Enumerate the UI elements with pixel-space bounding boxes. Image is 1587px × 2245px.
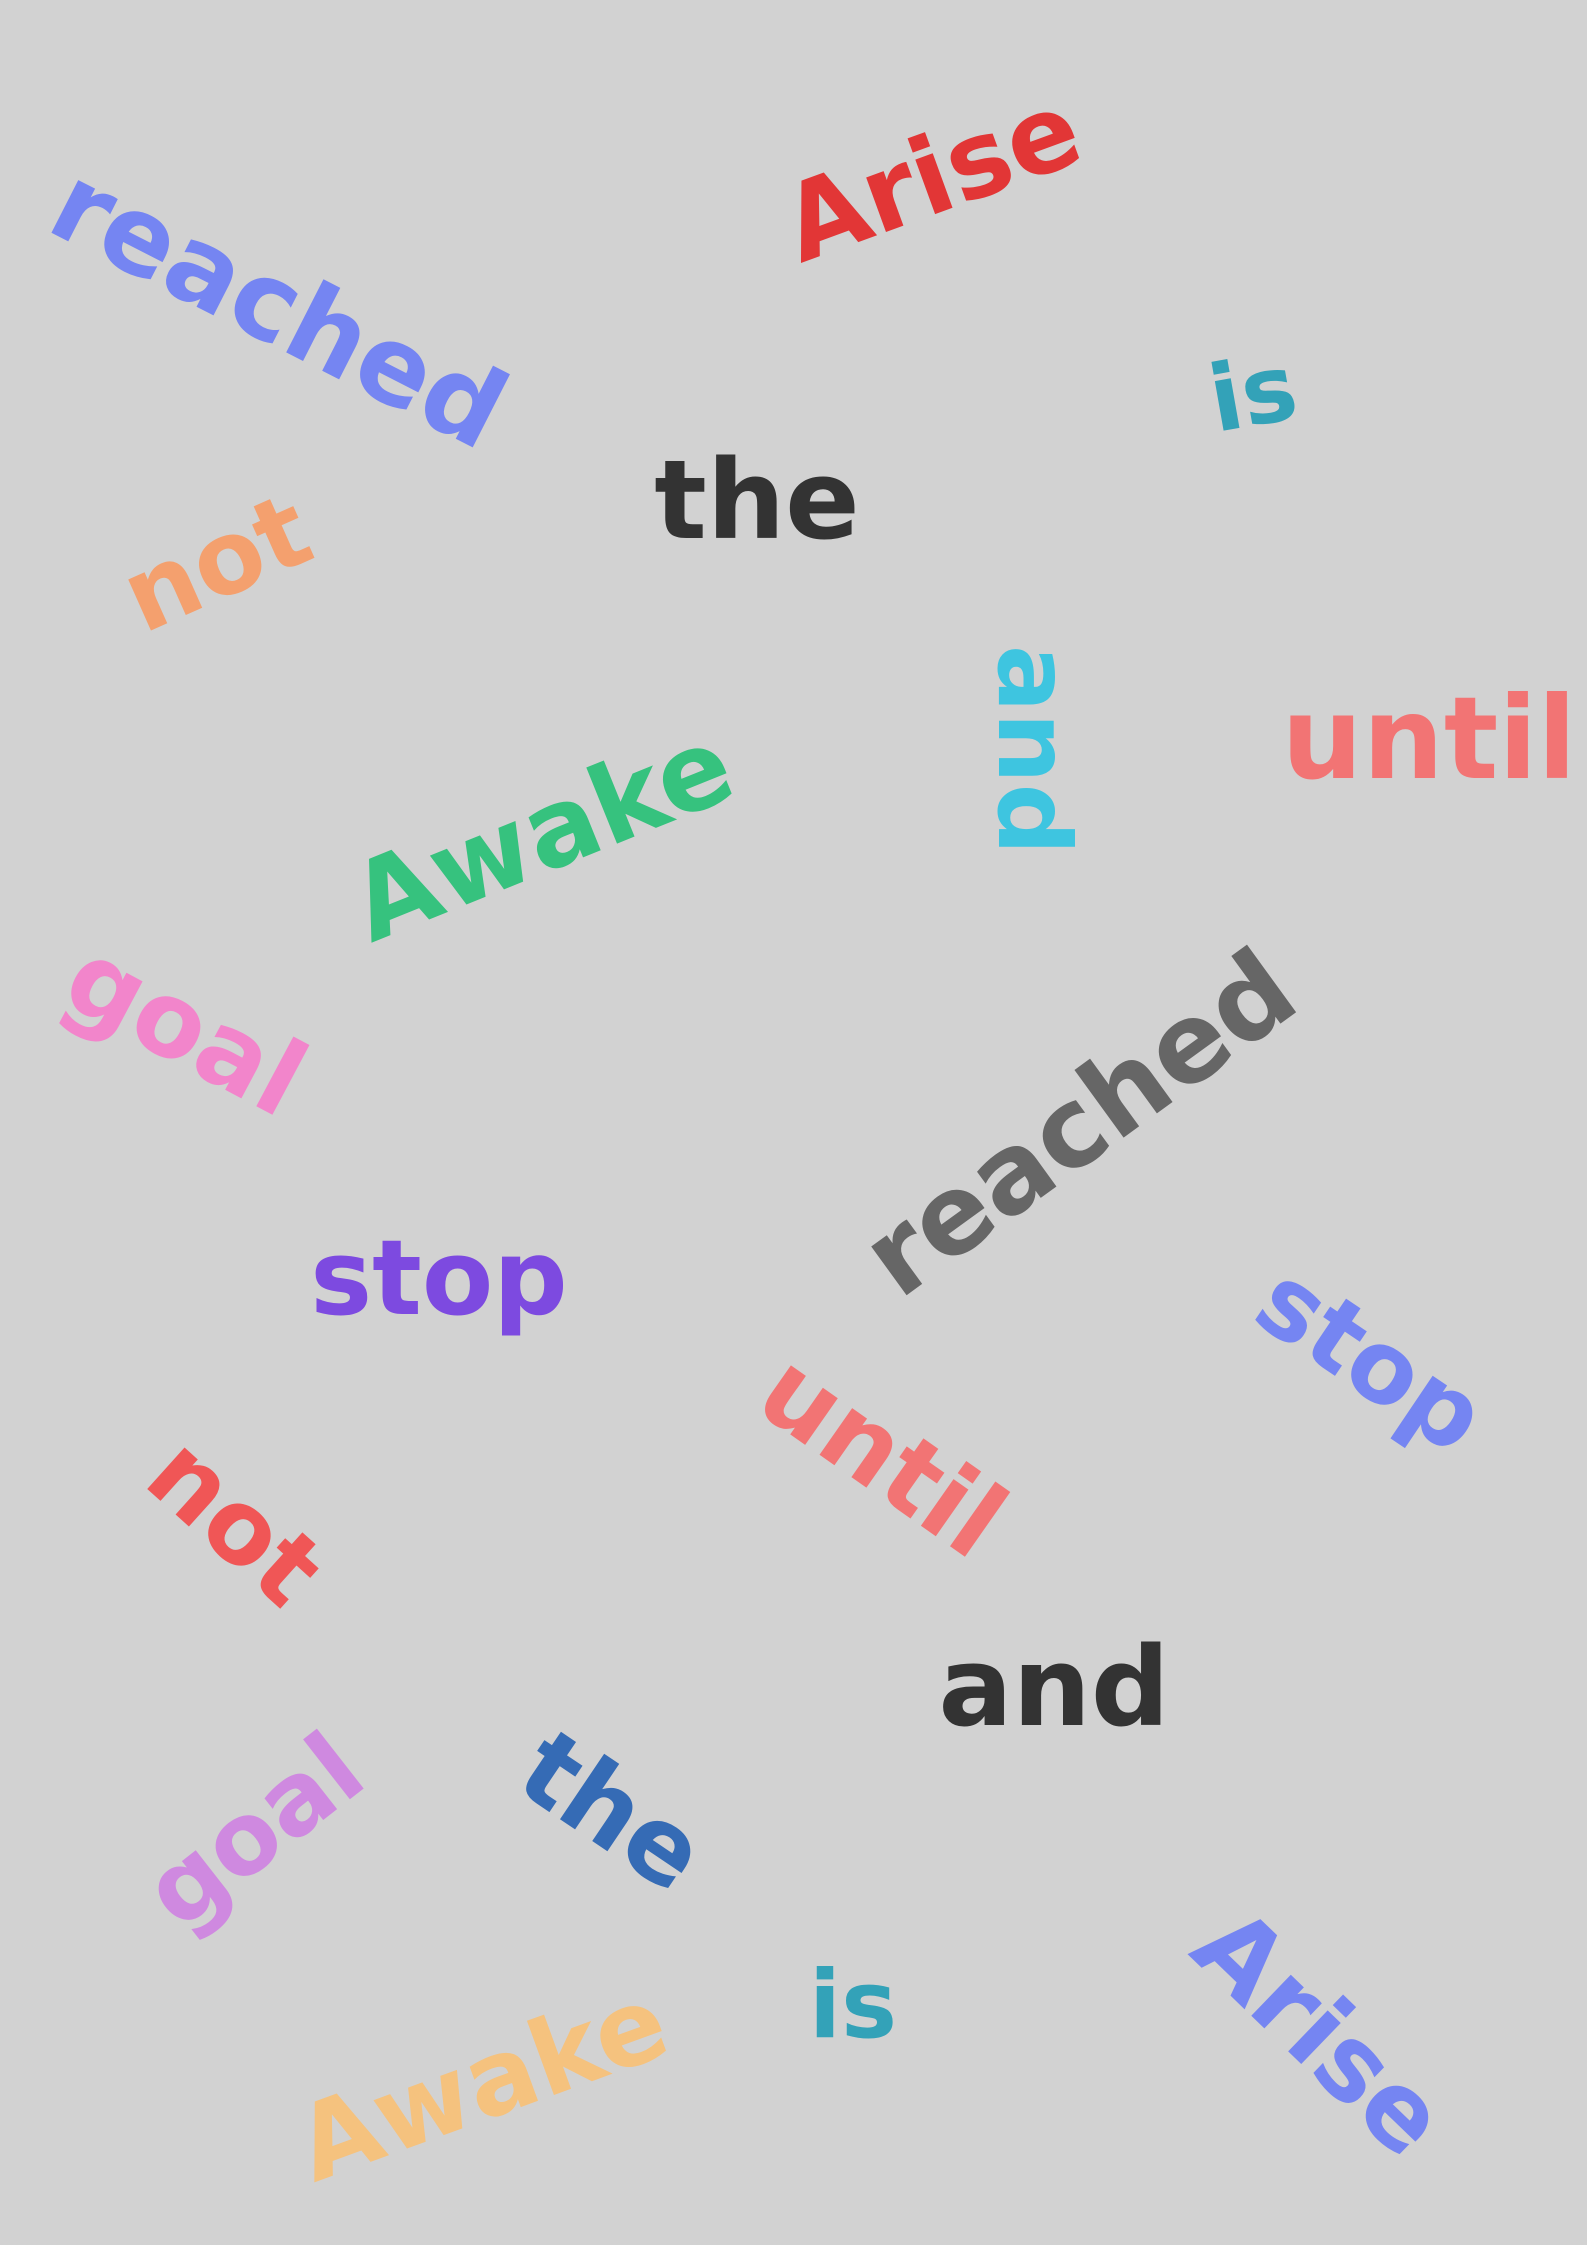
word-awake-2: Awake (280, 1960, 684, 2206)
word-until-1: until (1281, 672, 1577, 805)
word-and-1: and (974, 644, 1092, 856)
word-awake-1: Awake (333, 701, 750, 968)
word-cloud-canvas: reached Arise is the not and until Awake… (0, 0, 1587, 2245)
word-reached-1: reached (31, 140, 526, 475)
word-not-1: not (105, 470, 329, 657)
word-arise-1: Arise (767, 66, 1097, 287)
word-the-2: the (497, 1706, 727, 1916)
word-and-2: and (938, 1623, 1170, 1751)
word-arise-2: Arise (1169, 1883, 1471, 2181)
word-stop-1: stop (310, 1217, 568, 1339)
word-goal-2: goal (122, 1709, 386, 1952)
word-is-2: is (808, 1951, 898, 2060)
word-not-2: not (124, 1413, 347, 1630)
word-until-2: until (737, 1327, 1029, 1583)
word-stop-2: stop (1235, 1240, 1507, 1477)
word-goal-1: goal (46, 915, 326, 1141)
word-reached-2: reached (839, 924, 1319, 1322)
word-is-1: is (1201, 333, 1305, 454)
word-the-1: the (654, 436, 860, 564)
